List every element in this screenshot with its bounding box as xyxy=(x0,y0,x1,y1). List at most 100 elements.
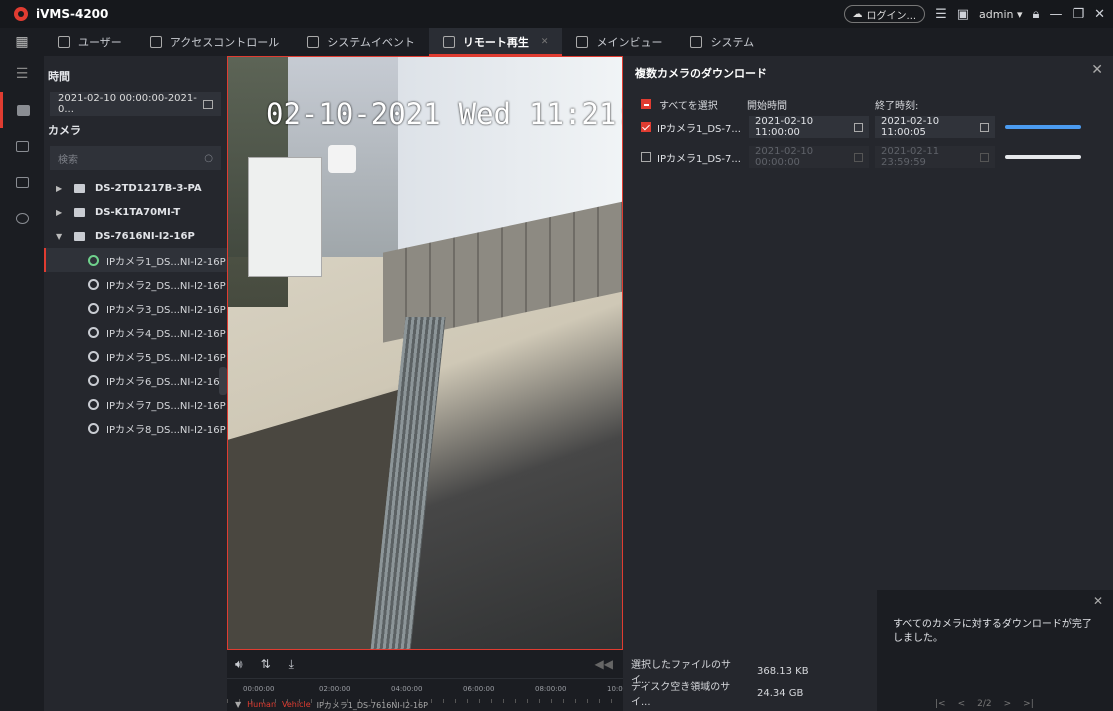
expand-icon[interactable]: ▶ xyxy=(56,184,64,193)
calendar-icon[interactable] xyxy=(203,99,213,109)
tree-camera[interactable]: IPカメラ1_DS...NI-I2-16P xyxy=(44,248,227,272)
rail-event-playback[interactable] xyxy=(0,128,44,164)
camera-name: IPカメラ4_DS...NI-I2-16P xyxy=(106,328,226,340)
filter-icon[interactable]: ▼ xyxy=(235,700,241,711)
expand-icon[interactable]: ▶ xyxy=(56,208,64,217)
calendar-icon[interactable] xyxy=(979,122,989,132)
close-window-icon[interactable]: ✕ xyxy=(1094,7,1105,22)
timeline-label: 08:00:00 xyxy=(535,685,567,693)
camera-name: IPカメラ3_DS...NI-I2-16P xyxy=(106,304,226,316)
camera-section-label: カメラ xyxy=(48,124,81,137)
tree-camera[interactable]: IPカメラ2_DS...NI-I2-16P xyxy=(44,272,227,296)
disk-free-row: ディスク空き領域のサイ... 24.34 GB xyxy=(631,682,809,708)
first-page-icon[interactable]: |< xyxy=(935,699,946,709)
calendar-icon[interactable] xyxy=(853,152,863,162)
filter-human[interactable]: Human xyxy=(247,700,276,711)
calendar-icon[interactable] xyxy=(979,152,989,162)
tab-access-control[interactable]: アクセスコントロール xyxy=(136,28,293,56)
menu-icon[interactable]: ☰ xyxy=(0,56,44,92)
row-end-time-field[interactable]: 2021-02-11 23:59:59 xyxy=(875,146,995,168)
tree-camera[interactable]: IPカメラ7_DS...NI-I2-16P xyxy=(44,392,227,416)
prev-frame-icon[interactable]: ◀◀ xyxy=(595,657,613,671)
device-name: DS-2TD1217B-3-PA xyxy=(95,182,202,194)
tab-close-icon[interactable]: ✕ xyxy=(541,37,549,47)
tree-camera[interactable]: IPカメラ6_DS...NI-I2-16P xyxy=(44,368,227,392)
settings-sliders-icon[interactable]: ⇅ xyxy=(261,657,271,671)
calendar-icon[interactable] xyxy=(853,122,863,132)
event-icon xyxy=(307,36,320,48)
timeline-label: 02:00:00 xyxy=(319,685,351,693)
row-checkbox[interactable] xyxy=(641,122,651,132)
camera-search-input[interactable]: 検索 ○ xyxy=(50,146,221,170)
notification-toast: ✕ すべてのカメラに対するダウンロードが完了しました。 |< < 2/2 > >… xyxy=(877,590,1113,711)
rail-playback[interactable] xyxy=(0,92,44,128)
camera-name: IPカメラ6_DS...NI-I2-16P xyxy=(106,376,226,388)
tab-system-label: システム xyxy=(710,36,755,49)
camera-icon xyxy=(88,278,99,290)
download-panel-title: 複数カメラのダウンロード xyxy=(635,67,767,80)
download-icon[interactable]: ⤓ xyxy=(289,657,294,672)
login-button[interactable]: ☁ ログイン... xyxy=(843,5,926,23)
filter-vehicle[interactable]: Vehicle xyxy=(282,700,311,711)
row-end-time: 2021-02-10 11:00:05 xyxy=(881,116,940,138)
tree-camera[interactable]: IPカメラ4_DS...NI-I2-16P xyxy=(44,320,227,344)
timeline-label: 06:00:00 xyxy=(463,685,495,693)
camera-icon xyxy=(88,326,99,338)
main-view-icon xyxy=(576,36,589,48)
tree-camera[interactable]: IPカメラ8_DS...NI-I2-16P xyxy=(44,416,227,440)
volume-icon[interactable]: 🔊︎ xyxy=(235,657,243,672)
selected-size-value: 368.13 KB xyxy=(757,665,809,677)
user-name: admin xyxy=(979,7,1014,21)
panel-collapse-handle[interactable] xyxy=(219,367,227,395)
tab-user[interactable]: ユーザー xyxy=(44,28,136,56)
lock-icon[interactable]: 🔒︎ xyxy=(1033,7,1040,22)
download-stats: 選択したファイルのサイ... 368.13 KB ディスク空き領域のサイ... 24… xyxy=(631,660,809,708)
time-range-field[interactable]: 2021-02-10 00:00:00-2021-0... xyxy=(50,92,221,116)
rail-device-playback[interactable] xyxy=(0,164,44,200)
row-start-time-field[interactable]: 2021-02-10 11:00:00 xyxy=(749,116,869,138)
playback-toolbar: 🔊︎ ⇅ ⤓ ◀◀ 00:00:00 02:00:00 04:00:00 06:… xyxy=(227,650,627,711)
last-page-icon[interactable]: >| xyxy=(1023,699,1034,709)
osd-date: 02-10-2021 xyxy=(266,97,441,131)
next-page-icon[interactable]: > xyxy=(1004,699,1012,709)
folder-icon xyxy=(74,207,85,217)
search-icon[interactable]: ○ xyxy=(204,153,213,164)
row-end-time-field[interactable]: 2021-02-10 11:00:05 xyxy=(875,116,995,138)
tree-device[interactable]: ▼ DS-7616NI-I2-16P xyxy=(44,224,227,248)
select-all-checkbox[interactable] xyxy=(641,99,651,109)
user-menu[interactable]: admin ▾ xyxy=(979,8,1023,21)
camera-icon xyxy=(88,374,99,386)
tab-system-event[interactable]: システムイベント xyxy=(293,28,429,56)
video-playback-window[interactable]: 02-10-2021 Wed 11:21:3 xyxy=(227,56,623,650)
row-checkbox[interactable] xyxy=(641,152,651,162)
restore-icon[interactable]: ❐ xyxy=(1072,7,1084,22)
video-truck xyxy=(248,157,322,277)
image-icon[interactable]: ▣ xyxy=(957,7,969,22)
row-start-time-field[interactable]: 2021-02-10 00:00:00 xyxy=(749,146,869,168)
timeline-label: 04:00:00 xyxy=(391,685,423,693)
tab-system[interactable]: システム xyxy=(676,28,768,56)
timeline[interactable]: 00:00:00 02:00:00 04:00:00 06:00:00 08:0… xyxy=(227,678,627,711)
osd-time: 11:21:3 xyxy=(529,97,622,131)
tab-remote-playback[interactable]: リモート再生 ✕ xyxy=(428,28,563,56)
download-row: IPカメラ1_DS-7... 2021-02-10 00:00:00 2021-… xyxy=(623,144,1113,170)
collapse-icon[interactable]: ▼ xyxy=(56,232,64,241)
task-list-icon[interactable]: ☰ xyxy=(935,7,947,22)
module-grid-icon[interactable]: ▦ xyxy=(0,28,44,56)
download-row: IPカメラ1_DS-7... 2021-02-10 11:00:00 2021-… xyxy=(623,114,1113,140)
tree-camera[interactable]: IPカメラ3_DS...NI-I2-16P xyxy=(44,296,227,320)
tab-main-view[interactable]: メインビュー xyxy=(562,28,676,56)
osd-day: Wed xyxy=(458,97,511,131)
close-icon[interactable]: ✕ xyxy=(1093,594,1103,608)
minimize-icon[interactable]: — xyxy=(1049,7,1062,22)
device-tree: ▶ DS-2TD1217B-3-PA ▶ DS-K1TA70MI-T ▼ DS-761… xyxy=(44,176,227,440)
search-placeholder: 検索 xyxy=(58,154,78,166)
rail-search[interactable] xyxy=(0,200,44,236)
tree-device[interactable]: ▶ DS-2TD1217B-3-PA xyxy=(44,176,227,200)
prev-page-icon[interactable]: < xyxy=(958,699,966,709)
tree-camera[interactable]: IPカメラ5_DS...NI-I2-16P xyxy=(44,344,227,368)
close-icon[interactable]: ✕ xyxy=(1091,62,1103,78)
tab-system-event-label: システムイベント xyxy=(327,36,415,49)
tree-device[interactable]: ▶ DS-K1TA70MI-T xyxy=(44,200,227,224)
cloud-icon: ☁ xyxy=(852,8,863,20)
